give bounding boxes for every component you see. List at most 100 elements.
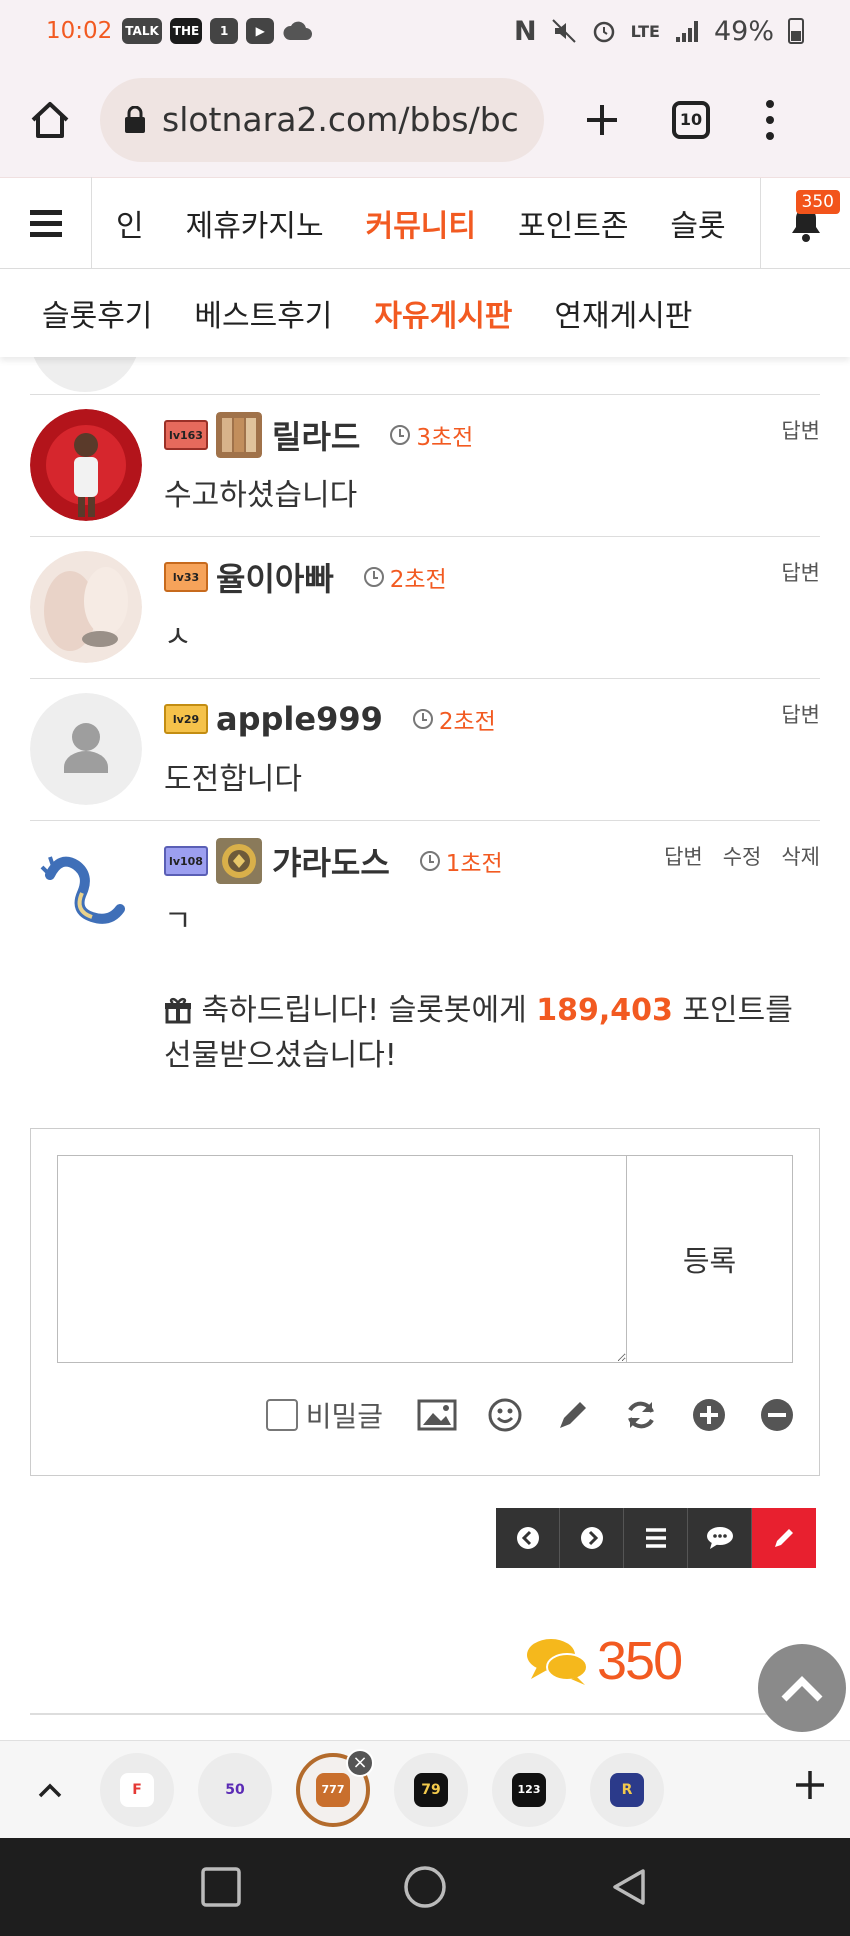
home-circle-icon[interactable] — [403, 1865, 447, 1909]
quick-app-dock: F 50 777 × 79 123 R — [0, 1740, 850, 1838]
comment-time: 1초전 — [419, 844, 503, 878]
dock-collapse-button[interactable] — [0, 1741, 100, 1839]
new-tab-button[interactable] — [552, 70, 652, 170]
sub-nav-item-serial-board[interactable]: 연재게시판 — [554, 291, 692, 335]
dock-app-slot-icon: 777 — [316, 1772, 350, 1807]
menu-button[interactable] — [0, 177, 92, 269]
comment-toolbar: 비밀글 — [265, 1395, 797, 1435]
dock-app[interactable]: F — [100, 1752, 174, 1827]
avatar[interactable] — [30, 693, 142, 805]
reply-link[interactable]: 답변 — [781, 557, 820, 587]
one-app-icon: 1 — [210, 18, 239, 44]
comment-meta: lv163 릴라드 3초전 — [164, 409, 820, 461]
refresh-button[interactable] — [621, 1395, 661, 1435]
avatar[interactable] — [30, 835, 142, 947]
main-nav-item-partner-casino[interactable]: 제휴카지노 — [186, 201, 324, 245]
dock-add-button[interactable] — [794, 1757, 826, 1813]
notification-button[interactable]: 350 — [760, 178, 850, 270]
commenter-name[interactable]: 갸라도스 — [272, 838, 390, 884]
back-icon[interactable] — [609, 1867, 649, 1907]
dock-app[interactable]: 50 — [198, 1752, 272, 1827]
plus-icon — [587, 104, 617, 135]
submit-comment-button[interactable]: 등록 — [627, 1155, 793, 1363]
dock-app-selected[interactable]: 777 × — [296, 1748, 374, 1827]
tab-switcher-button[interactable]: 10 — [672, 100, 710, 139]
reply-link[interactable]: 답변 — [781, 415, 820, 445]
next-icon — [580, 1527, 603, 1549]
hamburger-icon — [29, 209, 62, 237]
main-nav-item-point-zone[interactable]: 포인트존 — [518, 201, 628, 245]
comment-form: 등록 비밀글 — [30, 1128, 820, 1476]
clock-icon — [390, 425, 411, 445]
comment-actions: 답변 수정 삭제 — [664, 841, 820, 871]
board-navigation — [496, 1508, 816, 1568]
comment-time-text: 2초전 — [389, 567, 447, 593]
home-icon — [31, 101, 69, 138]
next-post-button[interactable] — [560, 1508, 624, 1568]
secret-comment-toggle[interactable]: 비밀글 — [265, 1395, 383, 1435]
image-upload-button[interactable] — [417, 1395, 457, 1435]
secret-label: 비밀글 — [305, 1400, 383, 1433]
delete-link[interactable]: 삭제 — [781, 841, 820, 871]
comment-point-counter: 350 — [525, 1630, 683, 1692]
comment-time-text: 2초전 — [438, 709, 496, 735]
sub-nav-item-slot-review[interactable]: 슬롯후기 — [42, 291, 152, 335]
dock-app[interactable]: R — [590, 1752, 664, 1827]
comment-actions: 답변 — [781, 699, 820, 729]
main-nav-item-community[interactable]: 커뮤니티 — [366, 201, 476, 245]
list-icon — [645, 1528, 666, 1548]
notification-badge: 350 — [795, 190, 840, 214]
scroll-to-top-button[interactable] — [758, 1644, 846, 1732]
recents-icon[interactable] — [201, 1867, 241, 1907]
clock-icon — [363, 567, 384, 587]
comment-input[interactable] — [57, 1155, 627, 1363]
emoji-button[interactable] — [485, 1395, 525, 1435]
edit-link[interactable]: 수정 — [723, 841, 762, 871]
expand-button[interactable] — [689, 1395, 729, 1435]
comments-button[interactable] — [688, 1508, 752, 1568]
pencil-icon — [560, 1402, 586, 1428]
reply-link[interactable]: 답변 — [781, 699, 820, 729]
reply-link[interactable]: 답변 — [664, 841, 703, 871]
minus-circle-icon — [761, 1399, 793, 1431]
comment-text: ㄱ — [164, 904, 192, 939]
comment-actions: 답변 — [781, 415, 820, 445]
dock-app-123-icon: 123 — [512, 1772, 546, 1807]
rank-badge-icon — [216, 412, 262, 458]
comment-time: 3초전 — [390, 418, 473, 452]
home-button[interactable] — [0, 70, 100, 170]
dock-app[interactable]: 123 — [492, 1752, 566, 1827]
list-button[interactable] — [624, 1508, 688, 1568]
draw-button[interactable] — [553, 1395, 593, 1435]
comment-time: 2초전 — [363, 560, 447, 594]
system-navigation-bar — [0, 1838, 850, 1936]
avatar — [30, 357, 140, 392]
chat-bubbles-icon — [527, 1639, 588, 1685]
write-icon — [775, 1529, 793, 1547]
close-icon[interactable]: × — [346, 1748, 374, 1777]
commenter-name[interactable]: apple999 — [216, 700, 383, 738]
dock-app-f-icon: F — [120, 1772, 154, 1807]
main-nav-item-slot[interactable]: 슬롯 — [670, 201, 725, 245]
avatar[interactable] — [30, 551, 142, 663]
dock-app[interactable]: 79 — [394, 1752, 468, 1827]
commenter-name[interactable]: 율이아빠 — [216, 554, 334, 600]
kakaotalk-icon: TALK — [122, 18, 162, 44]
site-sub-nav: 슬롯후기 베스트후기 자유게시판 연재게시판 — [0, 269, 850, 357]
address-bar[interactable]: slotnara2.com/bbs/bc — [100, 77, 544, 162]
avatar[interactable] — [30, 409, 142, 521]
write-post-button[interactable] — [752, 1508, 816, 1568]
main-nav-item-login[interactable]: 인 — [116, 201, 144, 245]
sub-nav-item-best-review[interactable]: 베스트후기 — [194, 291, 332, 335]
sub-nav-item-free-board[interactable]: 자유게시판 — [374, 291, 512, 335]
previous-post-button[interactable] — [496, 1508, 560, 1568]
commenter-name[interactable]: 릴라드 — [272, 412, 360, 458]
browser-menu-button[interactable] — [730, 70, 810, 170]
secret-checkbox[interactable] — [265, 1399, 298, 1431]
comment-item: lv33 율이아빠 2초전 답변 ㅅ — [30, 537, 820, 679]
signal-icon — [675, 21, 698, 42]
chevron-up-icon — [781, 1676, 823, 1702]
shrink-button[interactable] — [757, 1395, 797, 1435]
status-notification-icons: TALK THE 1 ▶ — [122, 18, 313, 44]
nfc-icon: N — [513, 15, 537, 47]
